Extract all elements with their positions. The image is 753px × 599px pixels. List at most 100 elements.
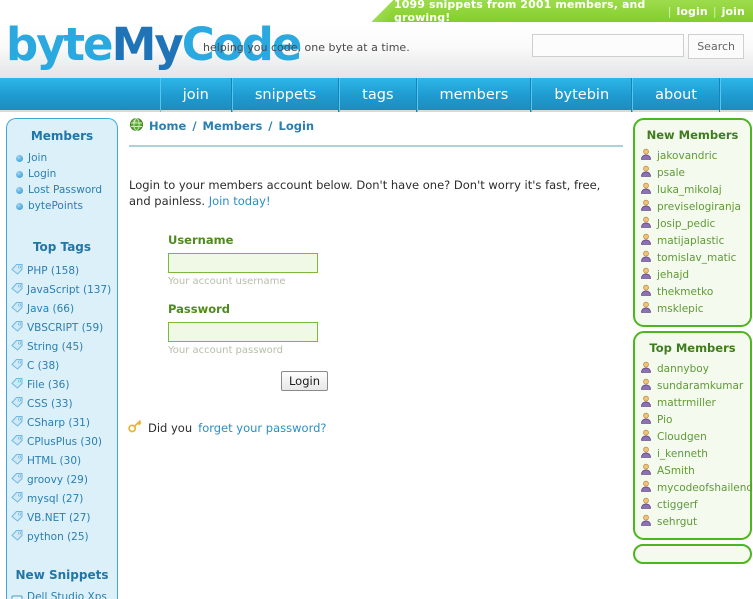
top-login-link[interactable]: login [677, 5, 708, 18]
sidebar-item-label: Lost Password [28, 184, 103, 196]
key-icon [128, 419, 142, 436]
password-label: Password [168, 302, 230, 316]
top-member-item[interactable]: i_kenneth [635, 445, 750, 462]
tag-item[interactable]: PHP (158) [7, 261, 117, 280]
username-input[interactable] [168, 253, 318, 273]
nav-item-join[interactable]: join [159, 78, 232, 112]
user-icon [640, 250, 652, 265]
top-member-item[interactable]: ASmith [635, 462, 750, 479]
top-member-item-label: sundaramkumar [657, 379, 744, 392]
tag-item[interactable]: groovy (29) [7, 470, 117, 489]
forgot-password-link[interactable]: forget your password? [198, 421, 326, 435]
sidebar-item-bytepoints[interactable]: bytePoints [7, 198, 117, 214]
breadcrumb-login: Login [278, 119, 315, 133]
tag-icon [11, 282, 23, 297]
tag-icon [11, 529, 23, 544]
password-hint: Your account password [168, 345, 284, 356]
user-icon [640, 216, 652, 231]
tag-item[interactable]: Java (66) [7, 299, 117, 318]
user-icon [640, 182, 652, 197]
tag-item-label: PHP (158) [27, 264, 80, 277]
top-member-item[interactable]: Pio [635, 411, 750, 428]
tag-item-label: groovy (29) [27, 473, 88, 486]
tag-item[interactable]: CSharp (31) [7, 413, 117, 432]
user-icon [640, 395, 652, 410]
new-member-item[interactable]: previselogiranja [635, 198, 750, 215]
tag-item-label: HTML (30) [27, 454, 82, 467]
new-member-item[interactable]: jakovandric [635, 147, 750, 164]
tag-item-label: CSharp (31) [27, 416, 90, 429]
sidebar-item-login[interactable]: Login [7, 166, 117, 182]
search-area: Search [532, 34, 744, 59]
username-label: Username [168, 233, 234, 247]
main-content: Home / Members / Login Login to your mem… [126, 114, 626, 599]
snippet-list: Dell Studio Xps 1...StogConnection Java … [7, 589, 117, 599]
sidebar-item-lost-password[interactable]: Lost Password [7, 182, 117, 198]
top-member-item[interactable]: sehrgut [635, 513, 750, 530]
user-icon [640, 412, 652, 427]
tag-item[interactable]: C (38) [7, 356, 117, 375]
snippet-item[interactable]: Dell Studio Xps 1... [7, 589, 117, 599]
left-heading-new-snippets: New Snippets [15, 568, 109, 582]
site-stats-text: 1099 snippets from 2001 members, and gro… [394, 0, 646, 24]
login-form: Username Your account username Password … [168, 233, 418, 391]
tag-item[interactable]: python (25) [7, 527, 117, 546]
tag-icon [11, 358, 23, 373]
top-member-item[interactable]: dannyboy [635, 360, 750, 377]
top-member-item[interactable]: ctiggerf [635, 496, 750, 513]
bullet-icon [16, 202, 23, 210]
top-members-box: Top Members dannyboy sundaramkumar mattrmi… [633, 331, 753, 540]
top-member-item[interactable]: Cloudgen [635, 428, 750, 445]
top-member-item[interactable]: mycodeofshailendra [635, 479, 753, 496]
empty-box [633, 544, 752, 564]
tag-item[interactable]: CSS (33) [7, 394, 117, 413]
join-today-link[interactable]: Join today! [209, 194, 271, 208]
breadcrumb-home[interactable]: Home [149, 119, 186, 133]
nav-item-members[interactable]: members [416, 78, 532, 112]
tag-item[interactable]: HTML (30) [7, 451, 117, 470]
submit-row: Login [168, 370, 328, 391]
new-member-item[interactable]: thekmetko [635, 283, 750, 300]
user-icon [640, 378, 652, 393]
new-member-item[interactable]: luka_mikolaj [635, 181, 750, 198]
nav-item-snippets[interactable]: snippets [231, 78, 340, 112]
tag-item[interactable]: CPlusPlus (30) [7, 432, 117, 451]
tag-item-label: JavaScript (137) [27, 283, 112, 296]
ribbon-separator-1: | [667, 4, 672, 18]
tag-item[interactable]: JavaScript (137) [7, 280, 117, 299]
search-input[interactable] [532, 34, 685, 57]
nav-item-about[interactable]: about [632, 78, 720, 112]
breadcrumb-members[interactable]: Members [203, 119, 263, 133]
new-member-item[interactable]: tomislav_matic [635, 249, 750, 266]
tag-item[interactable]: VBSCRIPT (59) [7, 318, 117, 337]
top-member-item[interactable]: mattrmiller [635, 394, 750, 411]
sidebar-item-label: Join [28, 152, 48, 164]
top-members-list: dannyboy sundaramkumar mattrmiller Pio Cloud… [635, 360, 753, 530]
user-icon [640, 233, 652, 248]
login-button[interactable]: Login [280, 371, 328, 391]
new-member-item[interactable]: jehajd [635, 266, 750, 283]
search-button[interactable]: Search [688, 34, 744, 59]
tag-item[interactable]: File (36) [7, 375, 117, 394]
new-member-item[interactable]: matijaplastic [635, 232, 750, 249]
top-member-item[interactable]: sundaramkumar [635, 377, 750, 394]
new-member-item[interactable]: Josip_pedic [635, 215, 750, 232]
password-input[interactable] [168, 322, 318, 342]
top-member-item-label: Pio [657, 413, 673, 426]
new-member-item[interactable]: psale [635, 164, 750, 181]
top-join-link[interactable]: join [722, 5, 745, 18]
tag-item[interactable]: String (45) [7, 337, 117, 356]
snippet-item-label: Dell Studio Xps 1... [27, 591, 107, 599]
tag-item[interactable]: VB.NET (27) [7, 508, 117, 527]
sidebar-item-label: Login [28, 168, 57, 180]
new-member-item-label: tomislav_matic [657, 251, 737, 264]
nav-item-bytebin[interactable]: bytebin [531, 78, 633, 112]
nav-item-tags[interactable]: tags [339, 78, 417, 112]
breadcrumb-separator: / [192, 119, 197, 133]
sidebar-item-join[interactable]: Join [7, 150, 117, 166]
intro-text: Login to your members account below. Don… [129, 177, 623, 209]
nav-end-cap [720, 78, 753, 110]
forgot-prefix: Did you [148, 420, 193, 435]
tag-item[interactable]: mysql (27) [7, 489, 117, 508]
new-member-item[interactable]: msklepic [635, 300, 750, 317]
